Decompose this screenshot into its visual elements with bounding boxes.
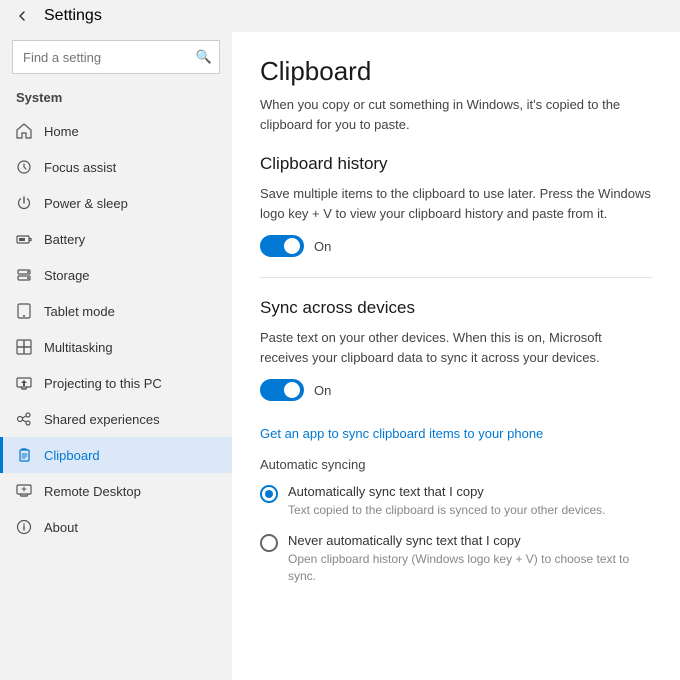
radio-auto-sync-title: Automatically sync text that I copy [288,484,606,499]
storage-icon [16,267,32,283]
sidebar-item-power-sleep[interactable]: Power & sleep [0,185,232,221]
sidebar-item-tablet-mode[interactable]: Tablet mode [0,293,232,329]
sidebar-item-battery[interactable]: Battery [0,221,232,257]
sidebar-item-remote-desktop[interactable]: Remote Desktop [0,473,232,509]
clipboard-history-title: Clipboard history [260,154,652,174]
clipboard-history-description: Save multiple items to the clipboard to … [260,184,652,223]
main-layout: 🔍 System Home Focus assist [0,32,680,680]
clipboard-icon [16,447,32,463]
sync-devices-description: Paste text on your other devices. When t… [260,328,652,367]
search-input[interactable] [12,40,220,74]
radio-auto-sync-desc: Text copied to the clipboard is synced t… [288,502,606,519]
sidebar-item-projecting[interactable]: Projecting to this PC [0,365,232,401]
sidebar-section-label: System [0,86,232,113]
sync-devices-toggle-label: On [314,383,331,398]
page-description: When you copy or cut something in Window… [260,95,652,134]
battery-icon [16,231,32,247]
sidebar-search: 🔍 [12,40,220,74]
radio-option-auto-sync: Automatically sync text that I copy Text… [260,484,652,519]
sidebar-item-about-label: About [44,520,78,535]
sidebar: 🔍 System Home Focus assist [0,32,232,680]
sidebar-item-tablet-mode-label: Tablet mode [44,304,115,319]
sidebar-item-shared-experiences[interactable]: Shared experiences [0,401,232,437]
content-area: Clipboard When you copy or cut something… [232,32,680,680]
radio-never-sync-desc: Open clipboard history (Windows logo key… [288,551,652,585]
title-bar: Settings [0,0,680,32]
sidebar-item-about[interactable]: About [0,509,232,545]
radio-auto-sync-content: Automatically sync text that I copy Text… [288,484,606,519]
radio-auto-sync[interactable] [260,485,278,503]
remote-desktop-icon [16,483,32,499]
sidebar-item-multitasking[interactable]: Multitasking [0,329,232,365]
projecting-icon [16,375,32,391]
multitasking-icon [16,339,32,355]
section-divider-1 [260,277,652,278]
page-title: Clipboard [260,56,652,87]
shared-experiences-icon [16,411,32,427]
sidebar-item-shared-experiences-label: Shared experiences [44,412,160,427]
sidebar-item-clipboard[interactable]: Clipboard [0,437,232,473]
sidebar-item-home[interactable]: Home [0,113,232,149]
focus-assist-icon [16,159,32,175]
clipboard-history-toggle[interactable] [260,235,304,257]
clipboard-history-toggle-row: On [260,235,652,257]
sync-devices-title: Sync across devices [260,298,652,318]
sidebar-item-remote-desktop-label: Remote Desktop [44,484,141,499]
auto-sync-label: Automatic syncing [260,457,652,472]
sidebar-item-clipboard-label: Clipboard [44,448,100,463]
sidebar-item-storage[interactable]: Storage [0,257,232,293]
radio-option-never-sync: Never automatically sync text that I cop… [260,533,652,585]
sidebar-item-power-sleep-label: Power & sleep [44,196,128,211]
sidebar-item-focus-assist-label: Focus assist [44,160,116,175]
sidebar-item-multitasking-label: Multitasking [44,340,113,355]
sync-devices-toggle[interactable] [260,379,304,401]
back-icon [16,10,28,22]
radio-never-sync[interactable] [260,534,278,552]
home-icon [16,123,32,139]
back-button[interactable] [8,2,36,30]
radio-never-sync-content: Never automatically sync text that I cop… [288,533,652,585]
sidebar-item-projecting-label: Projecting to this PC [44,376,162,391]
tablet-icon [16,303,32,319]
sidebar-item-battery-label: Battery [44,232,85,247]
sidebar-item-focus-assist[interactable]: Focus assist [0,149,232,185]
clipboard-history-toggle-label: On [314,239,331,254]
power-icon [16,195,32,211]
title-bar-label: Settings [44,7,102,25]
sidebar-item-home-label: Home [44,124,79,139]
sync-app-link[interactable]: Get an app to sync clipboard items to yo… [260,426,543,441]
search-icon: 🔍 [196,49,212,65]
about-icon [16,519,32,535]
sidebar-item-storage-label: Storage [44,268,90,283]
sync-devices-toggle-row: On [260,379,652,401]
radio-never-sync-title: Never automatically sync text that I cop… [288,533,652,548]
